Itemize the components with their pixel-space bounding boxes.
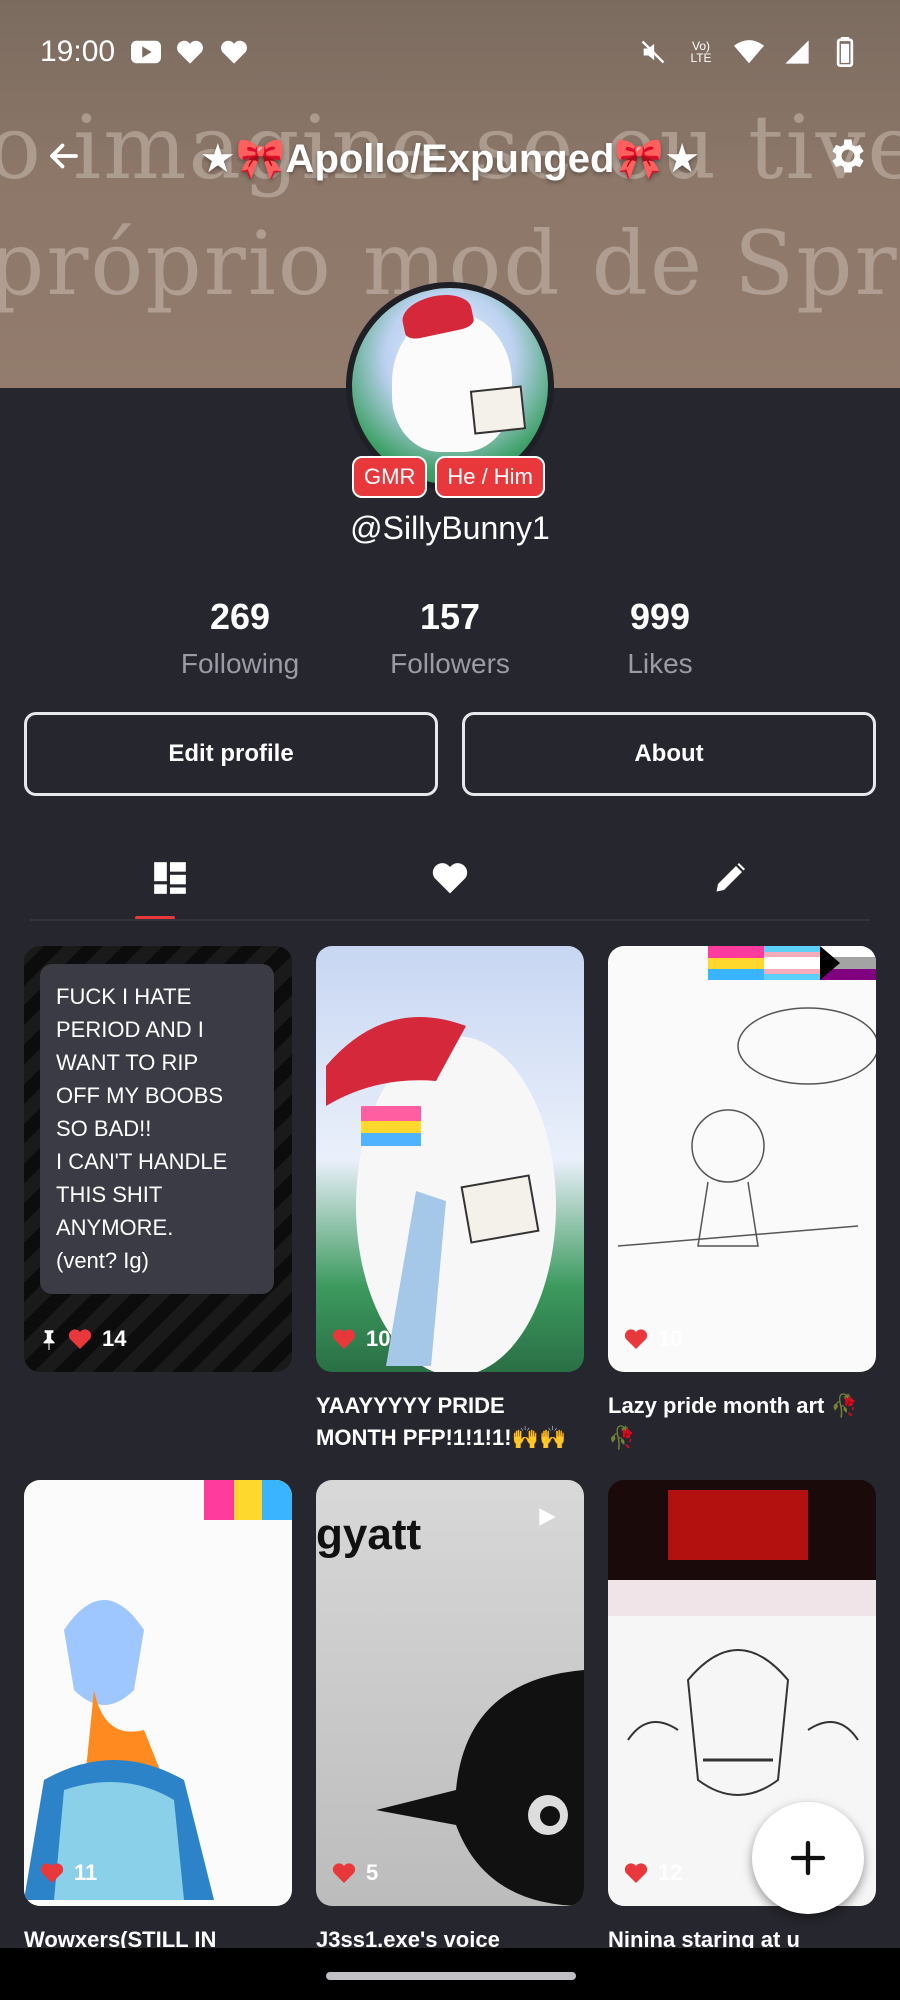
post-likes: 10: [332, 1326, 390, 1352]
post-thumbnail: FUCK I HATE PERIOD AND I WANT TO RIP OFF…: [24, 946, 292, 1372]
gear-icon: [832, 139, 864, 173]
about-button[interactable]: About: [462, 712, 876, 796]
stat-likes-value: 999: [629, 596, 691, 637]
tab-drafts[interactable]: [590, 836, 870, 920]
battery-icon: [830, 37, 860, 67]
heart-icon: [68, 1329, 92, 1349]
profile-tabs: [30, 836, 870, 920]
stat-following-label: Following: [180, 648, 300, 679]
post-likes: 14: [40, 1326, 126, 1352]
artwork-image: [326, 1017, 556, 1372]
artwork-image: [617, 946, 876, 1247]
post-card[interactable]: 10 YAAYYYYY PRIDE MONTH PFP!1!1!1!🙌🙌: [316, 946, 584, 1454]
post-likes-count: 10: [658, 1326, 683, 1351]
grid-icon: [154, 862, 186, 894]
edit-profile-button[interactable]: Edit profile: [24, 712, 438, 796]
heart-icon: [432, 863, 468, 894]
tab-posts[interactable]: [30, 836, 310, 920]
stat-followers-label: Followers: [390, 648, 510, 679]
post-likes-count: 10: [366, 1326, 391, 1351]
post-likes-count: 14: [102, 1326, 127, 1351]
profile-stats: 269 Following 157 Followers 999 Likes: [140, 596, 760, 680]
back-button[interactable]: [34, 126, 94, 186]
artwork-image: [24, 1480, 292, 1900]
badge-pronouns: He / Him: [435, 456, 545, 498]
post-card[interactable]: FUCK I HATE PERIOD AND I WANT TO RIP OFF…: [24, 946, 292, 1372]
plus-icon: [790, 1840, 826, 1876]
heart-icon: [332, 1329, 356, 1349]
post-thumbnail: 11: [24, 1480, 292, 1906]
avatar-sign: [469, 385, 527, 435]
stat-followers-value: 157: [419, 596, 481, 637]
heart-icon: [219, 38, 249, 66]
system-nav-bar: [0, 1948, 900, 2000]
heart-icon: [624, 1863, 648, 1883]
home-gesture-handle[interactable]: [326, 1972, 576, 1980]
post-caption: Lazy pride month art 🥀🥀: [608, 1393, 858, 1450]
mute-icon: [638, 38, 668, 66]
wifi-icon: [734, 38, 764, 66]
heart-icon: [624, 1329, 648, 1349]
username: @SillyBunny1: [350, 510, 550, 546]
pin-icon: [43, 1330, 55, 1350]
text-post-body: FUCK I HATE PERIOD AND I WANT TO RIP OFF…: [56, 984, 228, 1273]
video-play-icon: [536, 1506, 558, 1533]
settings-button[interactable]: [818, 126, 878, 186]
post-caption: YAAYYYYY PRIDE MONTH PFP!1!1!1!🙌🙌: [316, 1393, 567, 1450]
post-likes: 5: [332, 1860, 378, 1886]
post-likes: 10: [624, 1326, 682, 1352]
stat-following[interactable]: 269 Following: [140, 596, 340, 680]
tabs-divider: [30, 919, 870, 921]
signal-icon: [782, 38, 812, 66]
post-likes-count: 5: [366, 1860, 379, 1885]
post-card[interactable]: 10 Lazy pride month art 🥀🥀: [608, 946, 876, 1454]
back-arrow-icon: [50, 143, 78, 169]
badge-gmr: GMR: [352, 456, 428, 498]
heart-icon: [175, 38, 205, 66]
top-nav: ★🎀Apollo/Expunged🎀★: [0, 118, 900, 198]
post-thumbnail: gyatt 5: [316, 1480, 584, 1906]
status-bar: 19:00 Vo) LTE: [0, 0, 900, 104]
heart-icon: [40, 1863, 64, 1883]
stat-likes-label: Likes: [627, 648, 693, 679]
post-likes-count: 12: [658, 1860, 683, 1885]
youtube-icon: [131, 38, 162, 66]
stat-likes: 999 Likes: [560, 596, 760, 680]
page-title: ★🎀Apollo/Expunged🎀★: [199, 136, 701, 181]
profile-actions: Edit profile About: [24, 712, 876, 796]
post-thumbnail: 10: [608, 946, 876, 1372]
post-likes-count: 11: [74, 1860, 98, 1885]
post-card[interactable]: gyatt 5 J3ss1.exe's voice: [316, 1480, 584, 1956]
post-thumbnail: 10: [316, 946, 584, 1372]
post-likes: 12: [624, 1860, 682, 1886]
post-card[interactable]: 11 Wowxers(STILL IN: [24, 1480, 292, 1956]
stat-followers[interactable]: 157 Followers: [350, 596, 550, 680]
volte-icon: Vo) LTE: [690, 39, 712, 65]
video-frame: [376, 1670, 584, 1906]
stat-following-value: 269: [209, 596, 271, 637]
status-time: 19:00: [40, 35, 116, 68]
profile-badges: GMR He / Him: [352, 456, 545, 498]
heart-icon: [332, 1863, 356, 1883]
create-post-button[interactable]: [752, 1802, 864, 1914]
post-likes: 11: [40, 1860, 97, 1886]
tab-liked[interactable]: [310, 836, 590, 920]
text-post-bubble: FUCK I HATE PERIOD AND I WANT TO RIP OFF…: [40, 964, 274, 1294]
pencil-icon: [716, 863, 745, 892]
